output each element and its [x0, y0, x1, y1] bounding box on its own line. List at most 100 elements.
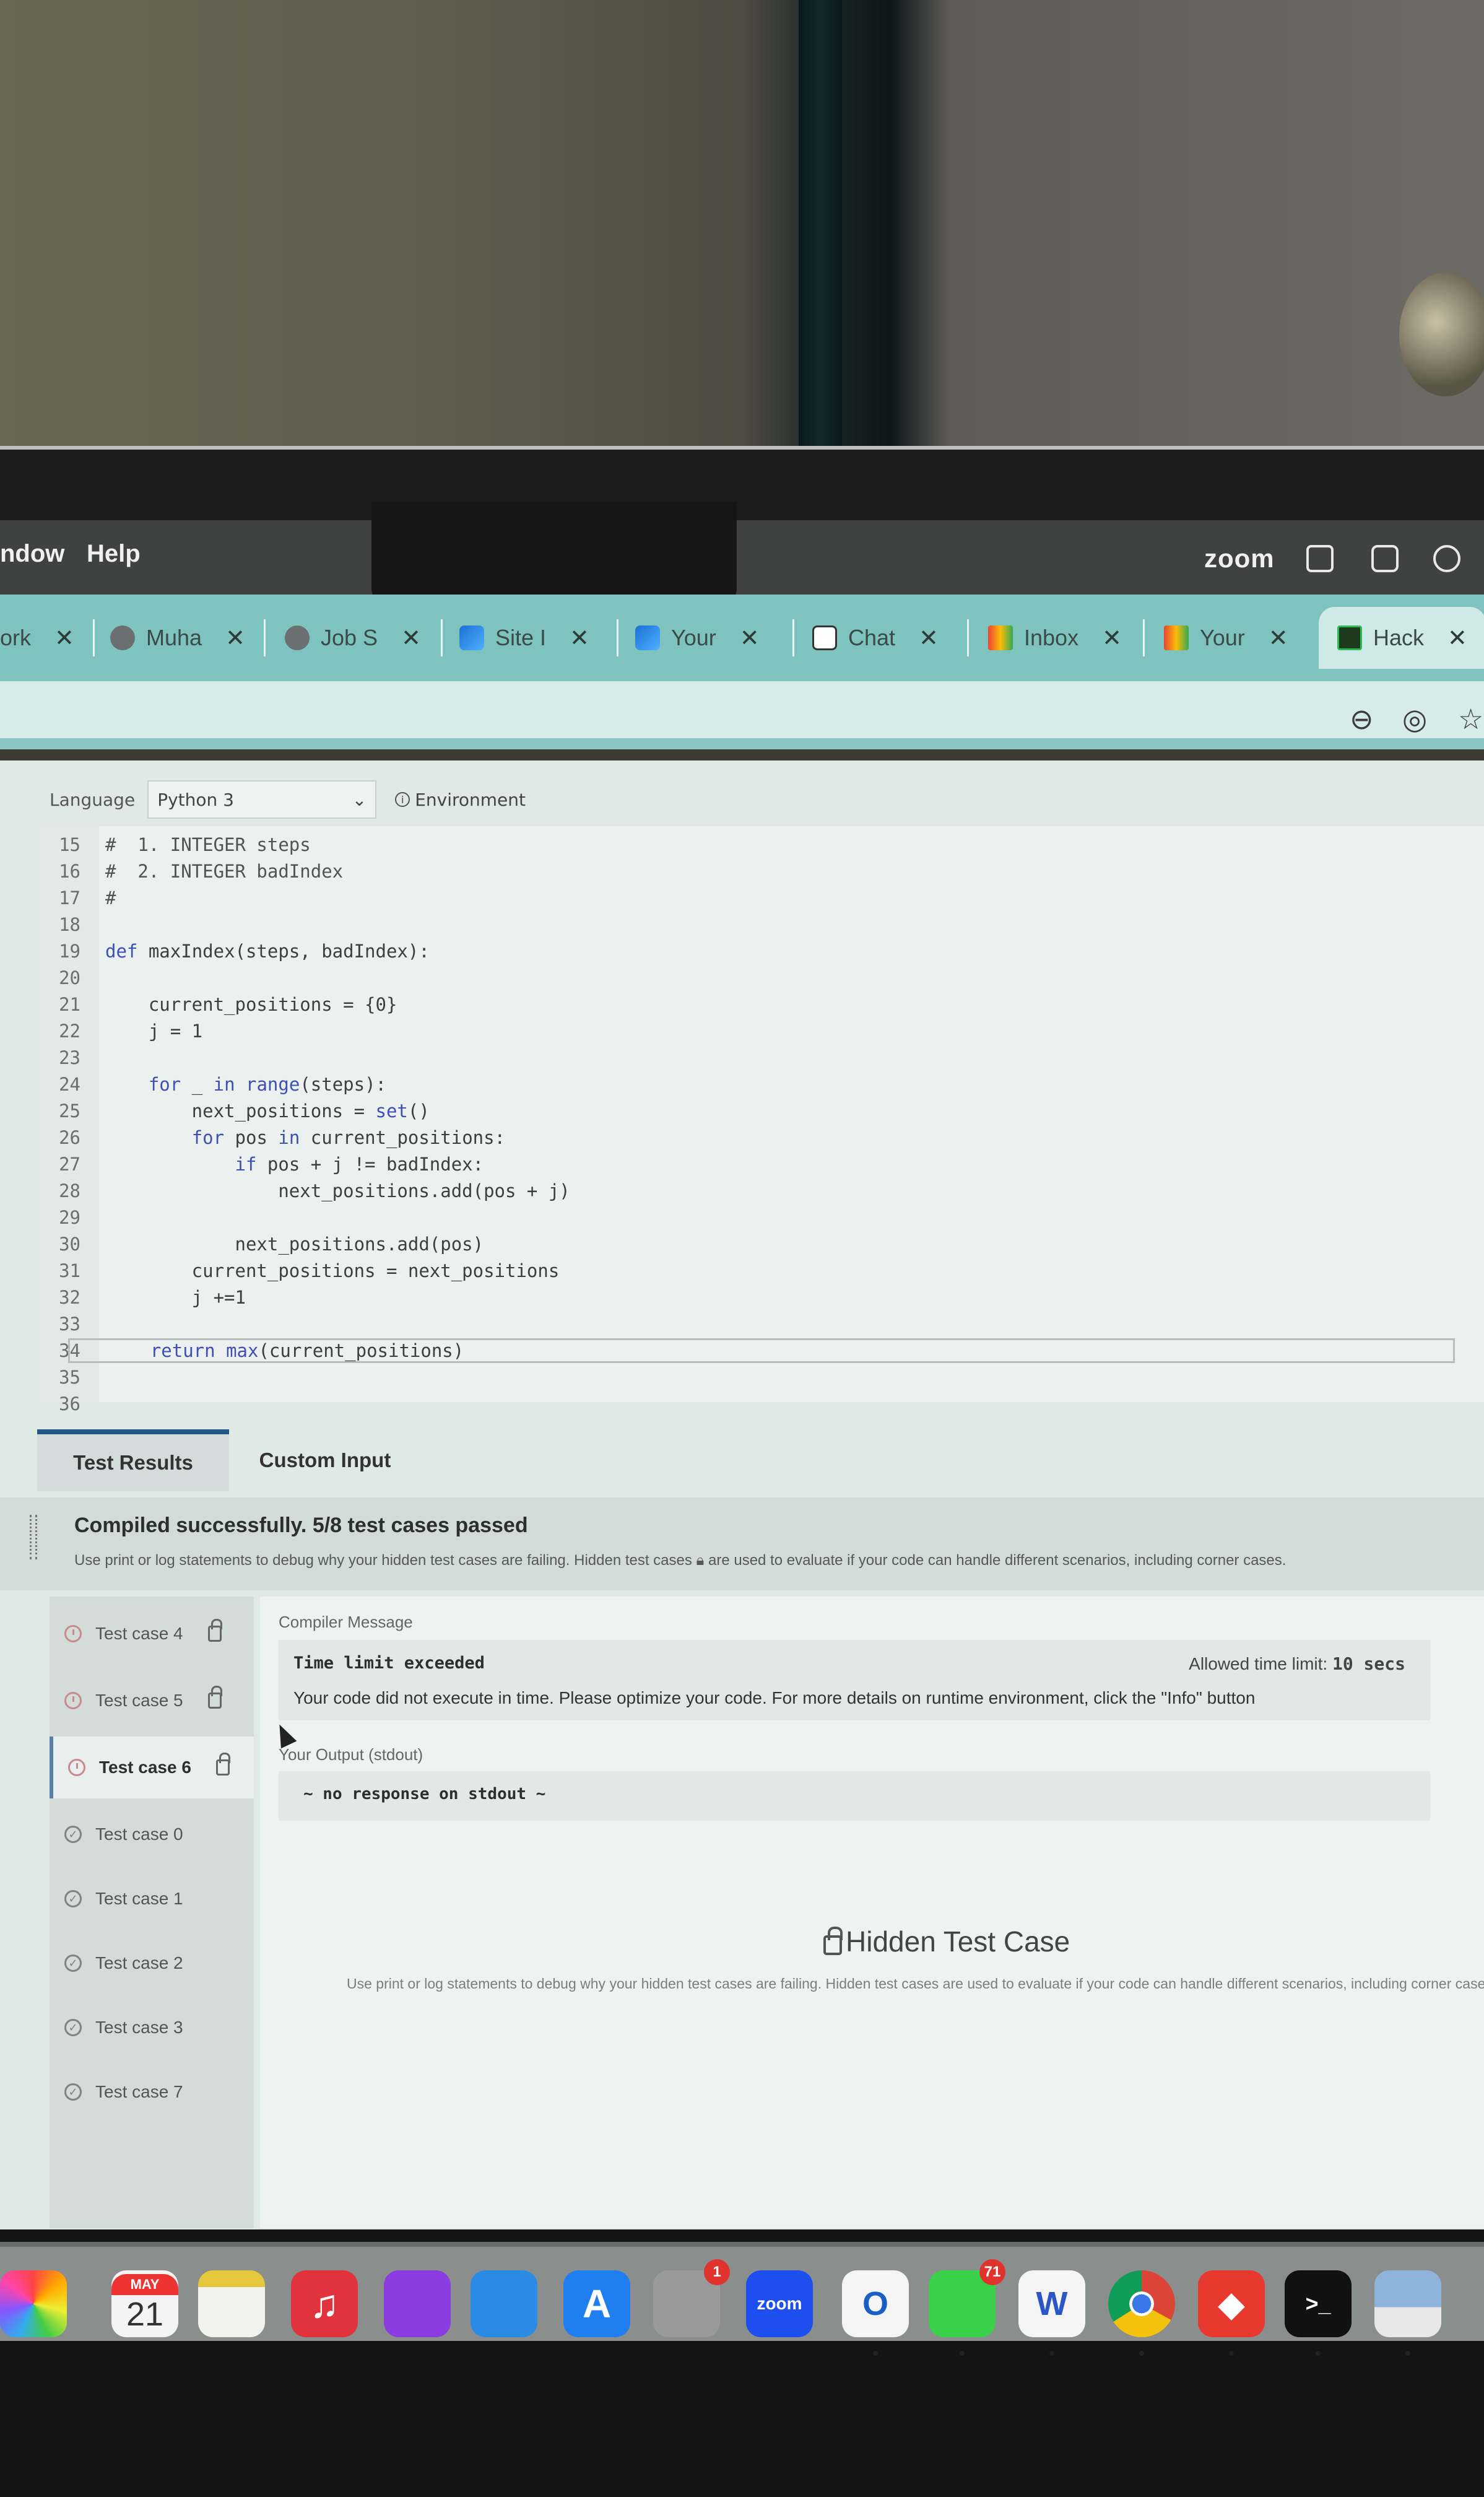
word-icon[interactable]: W — [1018, 2270, 1085, 2356]
chatgpt-favicon-icon — [812, 625, 837, 650]
browser-tab[interactable]: ork ✕ — [0, 613, 74, 663]
dock: MAY 21 ♫ A 1 zoom O 71 W ◆ >_ — [0, 2242, 1484, 2356]
code-line[interactable]: 18 — [37, 911, 87, 938]
code-line[interactable]: 31 current_positions = next_positions — [37, 1257, 559, 1284]
close-icon[interactable]: ✕ — [1447, 624, 1467, 652]
test-case-item[interactable]: Test case 4 — [50, 1603, 254, 1665]
airdrop-icon[interactable] — [1433, 545, 1460, 572]
code-line[interactable]: 23 — [37, 1044, 87, 1071]
compiler-message-title: Time limit exceeded — [293, 1654, 485, 1673]
close-icon[interactable]: ✕ — [225, 624, 245, 652]
code-line[interactable]: 34 return max(current_positions) — [37, 1337, 1455, 1364]
eye-slash-icon[interactable]: ◎ — [1402, 702, 1427, 736]
close-icon[interactable]: ✕ — [919, 624, 939, 652]
line-number: 28 — [59, 1180, 80, 1201]
drag-handle[interactable] — [30, 1515, 37, 1559]
keynote-icon[interactable] — [471, 2270, 537, 2337]
preview-icon[interactable] — [1374, 2270, 1441, 2356]
edge-favicon-icon — [459, 625, 484, 650]
outlook-glyph: O — [862, 2285, 888, 2322]
screen-mirror-icon[interactable] — [1371, 545, 1399, 572]
notification-badge: 1 — [704, 2259, 730, 2285]
test-case-item[interactable]: ✓ Test case 2 — [50, 1932, 254, 1994]
gmail-favicon-icon — [988, 625, 1013, 650]
tab-separator — [792, 619, 794, 656]
code-line[interactable]: 32 j +=1 — [37, 1284, 246, 1310]
chrome-icon[interactable] — [1108, 2270, 1175, 2356]
test-case-item[interactable]: Test case 6 — [50, 1737, 254, 1798]
tab-test-results[interactable]: Test Results — [37, 1429, 229, 1491]
messages-icon[interactable]: 71 — [929, 2259, 1005, 2356]
code-line[interactable]: 20 — [37, 964, 87, 991]
language-select[interactable]: Python 3 ⌄ — [147, 780, 377, 819]
anydesk-icon[interactable]: ◆ — [1198, 2270, 1265, 2356]
calendar-icon[interactable]: MAY 21 — [111, 2270, 178, 2337]
running-indicator — [873, 2351, 878, 2356]
code-line[interactable]: 28 next_positions.add(pos + j) — [37, 1177, 570, 1204]
browser-tab[interactable]: Muha ✕ — [110, 613, 245, 663]
gmail-favicon-icon — [1164, 625, 1189, 650]
terminal-icon[interactable]: >_ — [1285, 2270, 1352, 2356]
code-text: # — [105, 887, 116, 909]
code-line[interactable]: 22 j = 1 — [37, 1018, 202, 1044]
camera-notch — [371, 502, 737, 607]
code-line[interactable]: 30 next_positions.add(pos) — [37, 1231, 484, 1257]
test-case-label: Test case 4 — [95, 1624, 183, 1643]
zoom-out-icon[interactable]: ⊖ — [1350, 702, 1374, 736]
code-line[interactable]: 25 next_positions = set() — [37, 1097, 430, 1124]
test-case-item[interactable]: ✓ Test case 0 — [50, 1803, 254, 1865]
summary-description: Use print or log statements to debug why… — [74, 1552, 1286, 1569]
code-line[interactable]: 27 if pos + j != badIndex: — [37, 1151, 484, 1177]
test-case-item[interactable]: ✓ Test case 7 — [50, 2061, 254, 2123]
close-icon[interactable]: ✕ — [1102, 624, 1122, 652]
podcasts-icon[interactable] — [384, 2270, 451, 2337]
music-icon[interactable]: ♫ — [291, 2270, 358, 2337]
allowed-time-value: 10 secs — [1332, 1654, 1405, 1674]
menu-bar: ndow Help zoom — [0, 502, 1484, 607]
hackerrank-favicon-icon — [1337, 625, 1362, 650]
code-line[interactable]: 24 for _ in range(steps): — [37, 1071, 386, 1097]
zoom-icon[interactable]: zoom — [746, 2270, 813, 2337]
outlook-icon[interactable]: O — [842, 2270, 909, 2356]
bookmark-star-icon[interactable]: ☆ — [1458, 702, 1483, 736]
close-icon[interactable]: ✕ — [740, 624, 760, 652]
test-case-item[interactable]: Test case 5 — [50, 1670, 254, 1732]
code-line[interactable]: 15 # 1. INTEGER steps — [37, 831, 311, 858]
close-icon[interactable]: ✕ — [401, 624, 421, 652]
code-line[interactable]: 35 — [37, 1364, 87, 1390]
close-icon[interactable]: ✕ — [570, 624, 589, 652]
browser-tab[interactable]: Your ✕ — [1164, 613, 1288, 663]
browser-tab-active[interactable]: Hack ✕ — [1319, 607, 1484, 669]
code-editor[interactable]: 15 # 1. INTEGER steps 16 # 2. INTEGER badIn… — [37, 826, 1484, 1414]
menu-window[interactable]: ndow — [0, 540, 64, 568]
browser-tab[interactable]: Chat ✕ — [812, 613, 939, 663]
code-line[interactable]: 16 # 2. INTEGER badIndex — [37, 858, 343, 884]
browser-tab[interactable]: Your ✕ — [635, 613, 760, 663]
close-icon[interactable]: ✕ — [1269, 624, 1288, 652]
app-store-icon[interactable]: A — [563, 2270, 630, 2337]
outlook-status-icon[interactable] — [1306, 545, 1334, 572]
notes-icon[interactable] — [198, 2270, 265, 2337]
code-line[interactable]: 17 # — [37, 884, 116, 911]
globe-favicon-icon — [285, 625, 310, 650]
door-knob — [1399, 272, 1484, 396]
test-case-label: Test case 3 — [95, 2018, 183, 2037]
browser-tab[interactable]: Site I ✕ — [459, 613, 589, 663]
code-line[interactable]: 36 — [37, 1390, 87, 1417]
code-line[interactable]: 29 — [37, 1204, 87, 1231]
photos-icon[interactable] — [0, 2270, 67, 2337]
system-settings-icon[interactable]: 1 — [653, 2259, 730, 2337]
code-line[interactable]: 19 def maxIndex(steps, badIndex): — [37, 938, 430, 964]
browser-tab[interactable]: Inbox ✕ — [988, 613, 1122, 663]
code-line[interactable]: 33 — [37, 1310, 87, 1337]
zoom-menubar-icon[interactable]: zoom — [1204, 544, 1275, 573]
code-line[interactable]: 21 current_positions = {0} — [37, 991, 397, 1018]
browser-tab[interactable]: Job S ✕ — [285, 613, 421, 663]
tab-custom-input[interactable]: Custom Input — [229, 1429, 421, 1491]
environment-link[interactable]: i Environment — [395, 790, 526, 810]
menu-help[interactable]: Help — [87, 540, 141, 568]
code-line[interactable]: 26 for pos in current_positions: — [37, 1124, 505, 1151]
test-case-item[interactable]: ✓ Test case 1 — [50, 1868, 254, 1930]
test-case-item[interactable]: ✓ Test case 3 — [50, 1997, 254, 2059]
close-icon[interactable]: ✕ — [54, 624, 74, 652]
